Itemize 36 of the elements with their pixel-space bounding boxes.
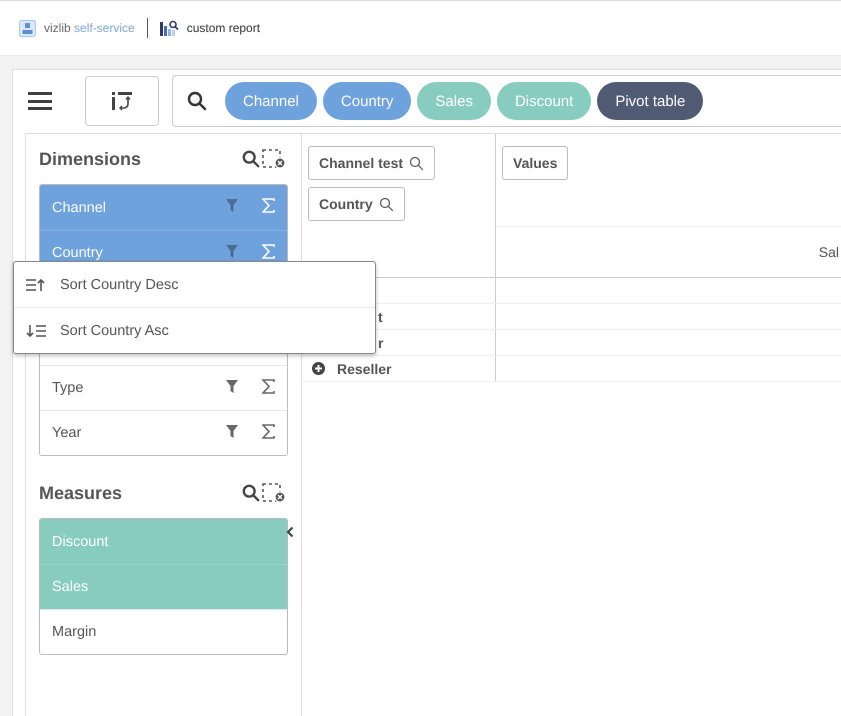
row-label: t <box>378 308 383 324</box>
search-bar[interactable]: Channel Country Sales Discount Pivot table <box>172 75 841 127</box>
app-name: vizlib self-service <box>44 21 135 35</box>
section-title: Dimensions <box>39 148 142 170</box>
report-icon <box>160 20 179 36</box>
search-icon[interactable] <box>409 156 424 170</box>
swap-icon <box>111 91 133 111</box>
row-label: Reseller <box>337 360 392 376</box>
measure-item[interactable]: Margin <box>40 609 287 654</box>
field-chip[interactable]: Country <box>308 187 405 221</box>
clear-selection-icon[interactable] <box>262 483 286 503</box>
expand-icon[interactable] <box>312 362 325 375</box>
menu-button[interactable] <box>28 92 52 110</box>
filter-icon[interactable] <box>226 424 238 438</box>
column-header: Sal <box>818 244 839 260</box>
search-icon[interactable] <box>378 196 394 212</box>
sort-ascending-icon <box>26 324 46 338</box>
menu-item[interactable]: Sort Country Asc <box>14 307 375 353</box>
clear-selection-icon[interactable] <box>262 149 286 169</box>
sort-descending-icon <box>26 278 46 292</box>
filter-icon[interactable] <box>226 380 238 392</box>
chart-type-chip[interactable]: Pivot table <box>597 82 704 120</box>
field-chip[interactable]: Channel test <box>308 146 436 180</box>
chevron-left-icon <box>286 526 294 538</box>
sigma-icon[interactable] <box>262 378 275 394</box>
search-icon[interactable] <box>187 91 207 111</box>
row-label: r <box>378 334 384 350</box>
user-icon <box>19 20 36 36</box>
report-title: custom report <box>186 21 260 35</box>
search-icon[interactable] <box>242 150 260 168</box>
dimension-item[interactable]: Year <box>40 410 287 455</box>
field-chip[interactable]: Values <box>502 146 568 180</box>
swap-button[interactable] <box>85 76 159 126</box>
section-title: Measures <box>39 482 122 504</box>
search-icon[interactable] <box>242 484 260 502</box>
sigma-icon[interactable] <box>262 424 275 438</box>
